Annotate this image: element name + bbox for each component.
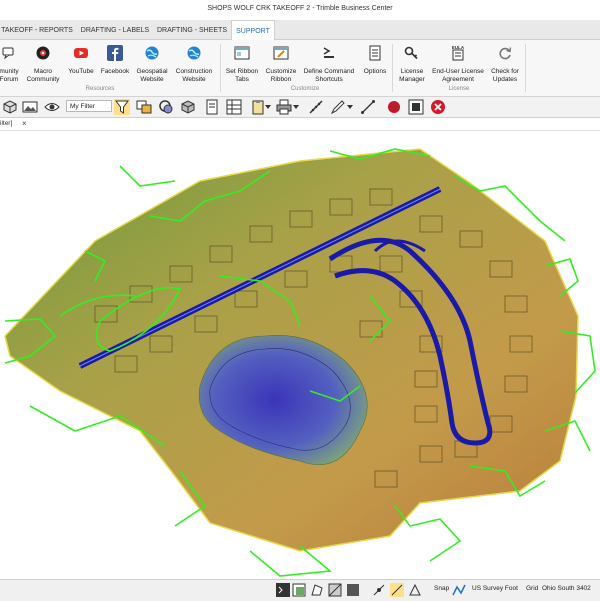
license-manager-label: License Manager	[399, 68, 425, 83]
layers-icon[interactable]	[136, 99, 152, 115]
license-group-label: License	[448, 86, 470, 92]
geospatial-website-button[interactable]: Geospatial Website	[133, 43, 171, 89]
youtube-label: YouTube	[68, 68, 94, 75]
tab-support[interactable]: SUPPORT	[231, 20, 275, 41]
close-icon[interactable]	[430, 99, 446, 115]
define-command-shortcuts-label: Define Command Shortcuts	[303, 68, 355, 83]
refresh-icon	[499, 47, 512, 60]
facebook-button[interactable]: Facebook	[98, 43, 132, 89]
check-for-updates-button[interactable]: Check for Updates	[488, 43, 522, 89]
ribbon: munity Forum Macro Community YouTube Fac…	[0, 40, 600, 97]
title-bar: SHOPS WOLF CRK TAKEOFF 2 - Trimble Busin…	[0, 0, 600, 20]
filter-icon[interactable]	[114, 99, 130, 115]
site-surface-drawing[interactable]	[0, 131, 600, 579]
customize-ribbon-label: Customize Ribbon	[265, 68, 297, 83]
define-command-shortcuts-button[interactable]: Define Command Shortcuts	[300, 43, 358, 89]
ribbon-tabs-icon	[234, 46, 250, 60]
community-forum-button[interactable]: munity Forum	[0, 43, 24, 89]
snap-toggle[interactable]: Snap	[434, 585, 449, 592]
select-objects-icon[interactable]	[158, 99, 174, 115]
grid-label[interactable]: Grid	[526, 585, 538, 592]
ribbon-separator	[525, 44, 526, 92]
status-bar: Snap US Survey Foot Grid Ohio South 3402	[0, 579, 600, 601]
grid-icon[interactable]	[226, 99, 242, 115]
ribbon-separator	[220, 44, 221, 92]
facebook-icon	[107, 45, 123, 61]
select-box-icon[interactable]	[292, 583, 306, 597]
set-ribbon-tabs-label: Set Ribbon Tabs	[225, 68, 259, 83]
resources-group-label: Resources	[85, 86, 115, 92]
units-icon	[452, 584, 466, 596]
macro-community-icon	[36, 46, 50, 60]
image-icon[interactable]	[22, 99, 38, 115]
macro-community-button[interactable]: Macro Community	[24, 43, 62, 89]
customize-ribbon-button[interactable]: Customize Ribbon	[262, 43, 300, 89]
globe-icon	[145, 46, 159, 60]
chevron-down-icon[interactable]	[346, 99, 354, 115]
community-forum-label: munity Forum	[0, 68, 19, 83]
command-line-icon[interactable]	[276, 583, 290, 597]
shortcut-icon	[323, 47, 334, 58]
chevron-down-icon[interactable]	[264, 99, 272, 115]
options-icon	[369, 45, 381, 61]
coordinate-icon[interactable]	[372, 583, 386, 597]
construction-website-button[interactable]: Construction Website	[172, 43, 216, 89]
globe-icon	[187, 46, 201, 60]
customize-ribbon-icon	[273, 46, 289, 60]
document-icon[interactable]	[204, 99, 220, 115]
line-tool-icon[interactable]	[360, 99, 376, 115]
youtube-icon	[74, 48, 88, 58]
snap-tool-icon[interactable]	[390, 583, 404, 597]
eula-icon-badge: EULA	[452, 45, 465, 50]
key-icon	[404, 46, 418, 60]
tab-takeoff-reports[interactable]: TAKEOFF - REPORTS	[0, 20, 74, 39]
eula-icon: EULA	[452, 45, 465, 61]
window-title: SHOPS WOLF CRK TAKEOFF 2 - Trimble Busin…	[207, 5, 393, 12]
cube-icon[interactable]	[2, 99, 18, 115]
tab-drafting-sheets[interactable]: DRAFTING - SHEETS	[156, 20, 228, 39]
check-for-updates-label: Check for Updates	[491, 68, 519, 83]
shading-icon[interactable]	[328, 583, 342, 597]
close-tab-icon[interactable]: ×	[22, 119, 27, 128]
document-tab-bar: ilter] ×	[0, 118, 600, 131]
construction-website-label: Construction Website	[175, 68, 213, 83]
forum-icon	[2, 47, 14, 60]
customize-group-label: Customize	[290, 86, 320, 92]
measure-icon[interactable]	[308, 99, 324, 115]
facebook-label: Facebook	[100, 68, 130, 75]
options-button[interactable]: Options	[360, 43, 390, 89]
eula-label: End-User License Agreement	[432, 68, 484, 83]
print-icon[interactable]	[276, 99, 292, 115]
snap-mode-icon[interactable]	[408, 583, 422, 597]
eula-button[interactable]: EULA End-User License Agreement	[430, 43, 486, 89]
record-icon[interactable]	[386, 99, 402, 115]
license-manager-button[interactable]: License Manager	[394, 43, 430, 89]
3d-view-icon[interactable]	[180, 99, 196, 115]
chevron-down-icon[interactable]	[292, 99, 300, 115]
fill-icon[interactable]	[346, 583, 360, 597]
units-label[interactable]: US Survey Foot	[472, 585, 518, 592]
polygon-select-icon[interactable]	[310, 583, 324, 597]
draw-tool-icon[interactable]	[330, 99, 346, 115]
macro-community-label: Macro Community	[26, 68, 60, 83]
youtube-button[interactable]: YouTube	[64, 43, 98, 89]
document-tab[interactable]: ilter]	[0, 120, 12, 127]
eye-icon[interactable]	[44, 99, 60, 115]
ribbon-tabs: TAKEOFF - REPORTS DRAFTING - LABELS DRAF…	[0, 20, 600, 41]
plan-view[interactable]	[0, 131, 600, 579]
tab-drafting-labels[interactable]: DRAFTING - LABELS	[80, 20, 150, 39]
set-ribbon-tabs-button[interactable]: Set Ribbon Tabs	[222, 43, 262, 89]
options-label: Options	[363, 68, 387, 75]
geospatial-website-label: Geospatial Website	[136, 68, 168, 83]
coordinate-zone-label[interactable]: Ohio South 3402	[542, 585, 591, 592]
filter-select[interactable]: My Filter	[66, 100, 112, 112]
ribbon-separator	[392, 44, 393, 92]
stop-icon[interactable]	[408, 99, 424, 115]
